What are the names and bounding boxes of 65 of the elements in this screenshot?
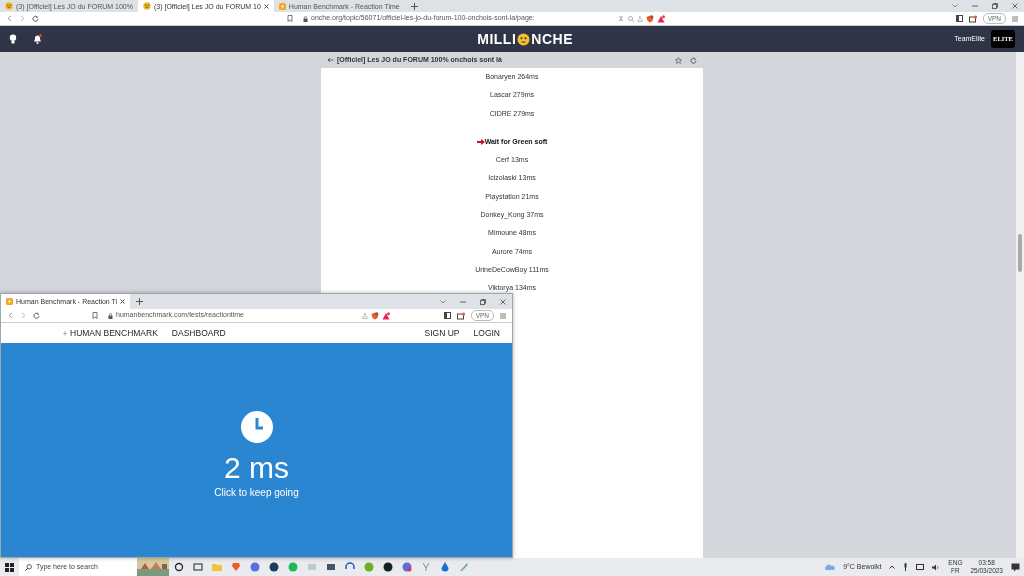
- prompt-text: Click to keep going: [214, 485, 299, 500]
- bell-icon[interactable]: [33, 34, 42, 44]
- close-icon[interactable]: [120, 299, 126, 304]
- nav-link[interactable]: HUMAN BENCHMARK: [70, 326, 158, 340]
- notification-icon[interactable]: [1011, 562, 1020, 572]
- app-icon[interactable]: [268, 562, 279, 572]
- drop-icon[interactable]: [439, 562, 450, 572]
- app-icon[interactable]: [382, 562, 393, 572]
- new-tab-icon[interactable]: [410, 2, 418, 10]
- chevron-up-icon[interactable]: [889, 565, 896, 569]
- close-icon[interactable]: [263, 3, 269, 9]
- logo-text: MILLI: [477, 29, 517, 49]
- back-icon[interactable]: [7, 312, 14, 319]
- chevron-down-icon[interactable]: [952, 4, 958, 8]
- shield-icon[interactable]: [371, 311, 379, 320]
- close-icon[interactable]: [1012, 3, 1018, 9]
- nav-link[interactable]: DASHBOARD: [171, 326, 226, 340]
- zoom-icon[interactable]: [628, 15, 634, 22]
- chevron-down-icon[interactable]: [440, 299, 446, 304]
- lock-icon: [108, 312, 113, 319]
- restore-icon[interactable]: [480, 298, 486, 305]
- wallet-icon[interactable]: [456, 311, 465, 320]
- test-area[interactable]: 2 ms Click to keep going: [1, 343, 512, 557]
- sidebar-icon[interactable]: [955, 15, 963, 22]
- headphones-icon[interactable]: [344, 562, 355, 572]
- back-icon[interactable]: [6, 15, 13, 22]
- new-tab-icon[interactable]: [136, 298, 144, 305]
- arrow-icon: [476, 139, 485, 146]
- star-icon[interactable]: [675, 56, 682, 64]
- app-icon[interactable]: [325, 562, 336, 572]
- smiley-icon: [5, 2, 13, 10]
- lock-icon: [303, 15, 308, 22]
- monitor-icon[interactable]: [916, 563, 925, 571]
- result-text: 2 ms: [224, 450, 289, 485]
- bookmark-icon[interactable]: [287, 15, 293, 22]
- smiley-icon: [517, 32, 531, 46]
- close-icon[interactable]: [500, 298, 506, 305]
- wallet-icon[interactable]: [968, 14, 977, 23]
- clock-icon: [240, 410, 273, 443]
- smiley-icon: [142, 2, 151, 10]
- logo-text: NCHE: [531, 29, 573, 49]
- translate-icon[interactable]: [618, 15, 625, 22]
- reload-icon[interactable]: [32, 15, 39, 22]
- lightning-icon: [278, 2, 286, 10]
- triangle-icon[interactable]: [657, 14, 665, 23]
- back-arrow-icon[interactable]: [327, 57, 334, 63]
- microphone-icon[interactable]: [903, 563, 909, 571]
- triangle-icon[interactable]: [382, 311, 390, 320]
- restore-icon[interactable]: [992, 3, 998, 9]
- sidebar-icon[interactable]: [443, 312, 451, 319]
- scrollbar[interactable]: [1016, 52, 1024, 558]
- lightning-icon: [63, 329, 67, 337]
- search-icon: [25, 563, 32, 571]
- lightning-icon: [6, 298, 13, 305]
- speaker-icon[interactable]: [932, 563, 941, 571]
- shield-icon[interactable]: [646, 14, 654, 23]
- windows-icon[interactable]: [5, 562, 14, 572]
- bookmark-icon[interactable]: [92, 312, 98, 319]
- nav-link[interactable]: SIGN UP: [424, 326, 460, 340]
- circle-icon[interactable]: [173, 562, 184, 572]
- task-view-icon[interactable]: [192, 562, 203, 572]
- nav-link[interactable]: LOGIN: [473, 326, 500, 340]
- lightbulb-icon[interactable]: [9, 34, 17, 44]
- reload-icon[interactable]: [33, 312, 40, 319]
- reload-icon[interactable]: [690, 56, 697, 64]
